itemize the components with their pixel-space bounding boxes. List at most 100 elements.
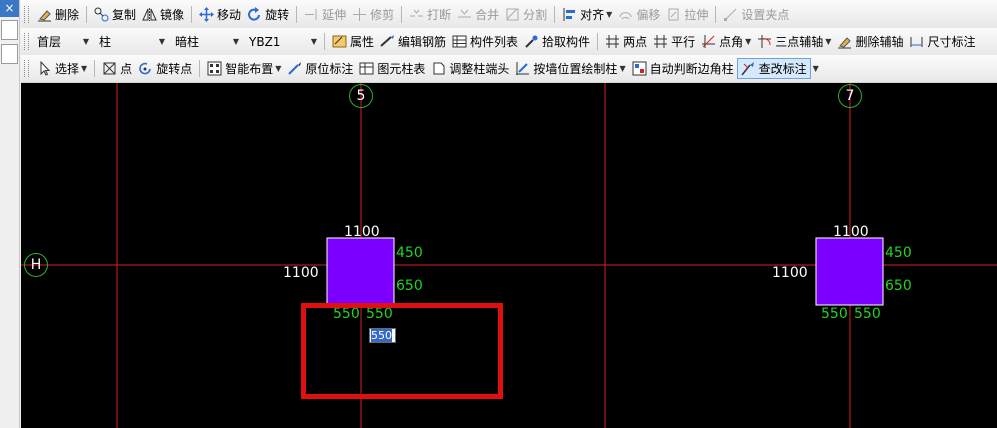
draw-by-wall-icon xyxy=(515,61,530,76)
dimension-icon xyxy=(909,34,924,49)
left-panel-strip: × xyxy=(0,0,20,428)
dim-top-right-column[interactable]: 1100 xyxy=(833,224,869,240)
chevron-down-icon: ▼ xyxy=(275,64,282,73)
chevron-down-icon: ▼ xyxy=(606,9,613,19)
two-point-button[interactable]: 两点 xyxy=(602,31,650,52)
floor-select[interactable]: 首层 ▼ xyxy=(34,32,92,52)
break-button[interactable]: 打断 xyxy=(406,4,454,25)
extend-icon xyxy=(304,7,319,22)
chevron-down-icon: ▼ xyxy=(81,64,88,73)
pick-component-button[interactable]: 拾取构件 xyxy=(521,31,593,52)
three-point-axis-icon xyxy=(757,34,772,49)
inplace-annotation-icon xyxy=(287,61,302,76)
offset-button[interactable]: 偏移 xyxy=(615,4,663,25)
inplace-annotation-button[interactable]: 原位标注 xyxy=(284,58,356,79)
mirror-button[interactable]: 镜像 xyxy=(139,4,187,25)
align-icon xyxy=(562,7,577,22)
dim-side-left-column[interactable]: 1100 xyxy=(283,265,319,281)
axis-label-h: H xyxy=(24,253,48,277)
rotate-button[interactable]: 旋转 xyxy=(244,4,292,25)
adjust-column-end-icon xyxy=(431,61,446,76)
trim-icon xyxy=(352,7,367,22)
mirror-icon xyxy=(142,7,157,22)
type-select[interactable]: 暗柱 ▼ xyxy=(172,32,242,52)
eyedropper-icon xyxy=(524,34,539,49)
column-table-button[interactable]: 图元柱表 xyxy=(356,58,428,79)
point-button[interactable]: 点 xyxy=(99,58,135,79)
check-annotation-icon xyxy=(741,61,756,76)
extend-button[interactable]: 延伸 xyxy=(301,4,349,25)
align-button[interactable]: 对齐 ▼ xyxy=(559,4,615,25)
dim-right-upper-right-column[interactable]: 450 xyxy=(885,245,912,261)
chevron-down-icon: ▼ xyxy=(158,37,165,46)
axis-label-5: 5 xyxy=(349,84,373,108)
element-select[interactable]: YBZ1 ▼ xyxy=(246,32,320,52)
toolbar-grip[interactable] xyxy=(24,60,29,77)
draw-column-by-wall-button[interactable]: 按墙位置绘制柱 ▼ xyxy=(512,58,628,79)
dim-right-lower-left-column[interactable]: 650 xyxy=(396,278,423,294)
component-list-icon xyxy=(452,34,467,49)
edit-rebar-icon xyxy=(380,34,395,49)
point-angle-icon xyxy=(701,34,716,49)
category-select[interactable]: 柱 ▼ xyxy=(96,32,168,52)
three-point-axis-button[interactable]: 三点辅轴 ▼ xyxy=(754,31,834,52)
split-icon xyxy=(505,7,520,22)
component-list-button[interactable]: 构件列表 xyxy=(449,31,521,52)
auto-corner-column-button[interactable]: 自动判断边角柱 xyxy=(629,58,737,79)
dimension-button[interactable]: 尺寸标注 xyxy=(906,31,978,52)
dim-top-left-column[interactable]: 1100 xyxy=(344,224,380,240)
properties-icon xyxy=(332,34,347,49)
column-right xyxy=(815,237,884,306)
adjust-column-end-button[interactable]: 调整柱端头 xyxy=(428,58,512,79)
dim-side-right-column[interactable]: 1100 xyxy=(772,265,808,281)
merge-icon xyxy=(457,7,472,22)
point-angle-button[interactable]: 点角 ▼ xyxy=(698,31,754,52)
parallel-button[interactable]: 平行 xyxy=(650,31,698,52)
delete-axis-icon xyxy=(837,34,852,49)
two-point-icon xyxy=(605,34,620,49)
chevron-down-icon: ▼ xyxy=(310,37,317,46)
move-button[interactable]: 移动 xyxy=(196,4,244,25)
select-button[interactable]: 选择 ▼ xyxy=(34,58,90,79)
merge-button[interactable]: 合并 xyxy=(454,4,502,25)
axis-label-7: 7 xyxy=(838,84,862,108)
trim-button[interactable]: 修剪 xyxy=(349,4,397,25)
highlight-box xyxy=(301,303,503,399)
dim-right-upper-left-column[interactable]: 450 xyxy=(396,245,423,261)
check-annotation-button[interactable]: 查改标注 xyxy=(736,58,811,79)
delete-axis-button[interactable]: 删除辅轴 xyxy=(834,31,906,52)
toolbar-grip[interactable] xyxy=(24,5,29,23)
split-button[interactable]: 分割 xyxy=(502,4,550,25)
copy-button[interactable]: 复制 xyxy=(91,4,139,25)
chevron-down-icon: ▼ xyxy=(825,37,832,46)
chevron-down-icon: ▼ xyxy=(619,64,626,73)
break-icon xyxy=(409,7,424,22)
grip-point-icon xyxy=(723,7,738,22)
properties-button[interactable]: 属性 xyxy=(329,31,377,52)
delete-button[interactable]: 删除 xyxy=(34,4,82,25)
panel-tab-2[interactable] xyxy=(1,44,18,64)
close-panel-button[interactable]: × xyxy=(0,0,19,17)
toolbar-grip[interactable] xyxy=(24,33,29,50)
eraser-icon xyxy=(37,7,52,22)
dim-bottom-left-right-column[interactable]: 550 xyxy=(821,306,848,322)
copy-icon xyxy=(94,7,109,22)
parallel-icon xyxy=(653,34,668,49)
dim-right-lower-right-column[interactable]: 650 xyxy=(885,278,912,294)
edit-rebar-button[interactable]: 编辑钢筋 xyxy=(377,31,449,52)
chevron-down-icon[interactable]: ▼ xyxy=(813,64,819,73)
cursor-icon xyxy=(37,61,52,76)
chevron-down-icon: ▼ xyxy=(232,37,239,46)
rotate-point-button[interactable]: 旋转点 xyxy=(135,58,195,79)
dim-bottom-right-right-column[interactable]: 550 xyxy=(854,306,881,322)
component-toolbar: 首层 ▼ 柱 ▼ 暗柱 ▼ YBZ1 ▼ 属性 编辑钢筋 构件列表 拾取构件 两点 平行… xyxy=(21,28,997,56)
smart-layout-button[interactable]: 智能布置 ▼ xyxy=(204,58,284,79)
point-icon xyxy=(102,61,117,76)
stretch-button[interactable]: 拉伸 xyxy=(663,4,711,25)
canvas-grid xyxy=(21,83,997,428)
panel-tab-1[interactable] xyxy=(1,20,18,40)
drawing-canvas[interactable]: 5 7 H 1100 1100 450 650 550 550 1100 110… xyxy=(21,83,997,428)
column-left xyxy=(326,237,395,306)
chevron-down-icon: ▼ xyxy=(82,37,89,46)
set-grip-point-button[interactable]: 设置夹点 xyxy=(720,4,792,25)
